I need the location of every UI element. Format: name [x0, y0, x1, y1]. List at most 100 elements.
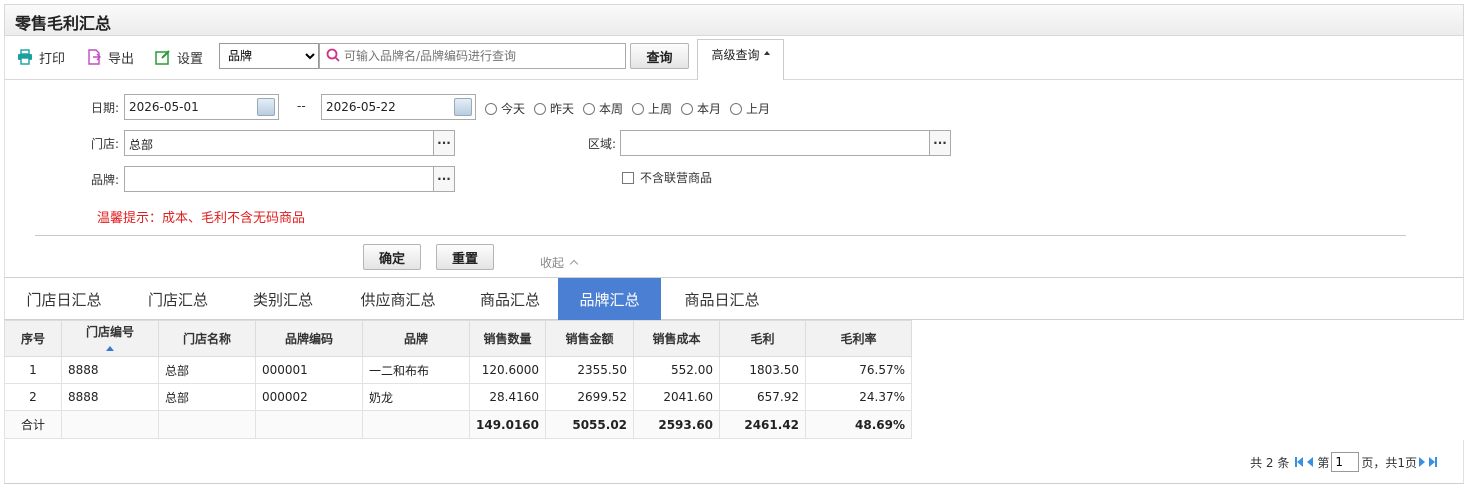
- column-header-store-code[interactable]: 门店编号: [61, 320, 159, 357]
- column-header[interactable]: 销售成本: [633, 320, 721, 357]
- title-bar: 零售毛利汇总: [4, 4, 1464, 36]
- radio-label: 上月: [746, 102, 771, 116]
- divider: [35, 235, 1406, 236]
- table-cell: 48.69%: [805, 410, 913, 439]
- date-from-field[interactable]: 2026-05-01: [124, 94, 279, 120]
- page-suffix: 页，共1页: [1361, 455, 1417, 470]
- tab-category[interactable]: 类别汇总: [233, 278, 333, 320]
- tab-store-daily[interactable]: 门店日汇总: [5, 278, 123, 320]
- prev-page-icon[interactable]: [1307, 457, 1314, 467]
- region-picker-button[interactable]: ···: [929, 130, 951, 156]
- store-field[interactable]: 总部: [124, 130, 434, 156]
- advanced-query-tab[interactable]: 高级查询: [697, 39, 784, 80]
- column-header[interactable]: 品牌编码: [255, 320, 363, 357]
- table-cell: 1: [4, 356, 62, 384]
- export-icon: [86, 49, 102, 65]
- confirm-button[interactable]: 确定: [363, 244, 421, 270]
- table-cell: 2699.52: [545, 383, 635, 411]
- tab-brand[interactable]: 品牌汇总: [558, 278, 661, 320]
- column-header[interactable]: 销售金额: [545, 320, 635, 357]
- calendar-icon[interactable]: [454, 98, 472, 116]
- tab-product-daily[interactable]: 商品日汇总: [661, 278, 783, 320]
- print-button[interactable]: 打印: [17, 47, 65, 67]
- table-cell: [158, 410, 256, 439]
- radio-circle: [534, 102, 546, 115]
- table-cell: 76.57%: [805, 356, 913, 384]
- tab-supplier[interactable]: 供应商汇总: [333, 278, 463, 320]
- table-header-row: 序号 门店编号 门店名称 品牌编码 品牌 销售数量 销售金额 销售成本 毛利 毛…: [4, 320, 913, 357]
- export-label: 导出: [108, 51, 135, 67]
- store-label: 门店:: [91, 137, 120, 151]
- edit-icon: [155, 49, 171, 65]
- reset-button[interactable]: 重置: [436, 244, 494, 270]
- data-table: 序号 门店编号 门店名称 品牌编码 品牌 销售数量 销售金额 销售成本 毛利 毛…: [4, 320, 913, 439]
- settings-button[interactable]: 设置: [155, 47, 203, 67]
- radio-label: 今天: [501, 102, 526, 116]
- collapse-toggle[interactable]: 收起: [540, 254, 579, 271]
- column-header[interactable]: 门店名称: [158, 320, 256, 357]
- radio-label: 昨天: [550, 102, 575, 116]
- radio-this-month[interactable]: 本月: [681, 100, 721, 117]
- table-cell: 120.6000: [468, 356, 547, 384]
- table-cell: [61, 410, 159, 439]
- sort-asc-icon: [106, 346, 114, 351]
- table-row[interactable]: 2 8888 总部 000002 奶龙 28.4160 2699.52 2041…: [4, 383, 913, 411]
- exclude-consignment-checkbox[interactable]: 不含联营商品: [622, 169, 712, 186]
- table-cell: 总部: [158, 383, 256, 411]
- table-row[interactable]: 1 8888 总部 000001 一二和布布 120.6000 2355.50 …: [4, 356, 913, 384]
- next-page-icon[interactable]: [1419, 457, 1425, 467]
- first-page-icon[interactable]: [1295, 457, 1304, 467]
- search-field-select[interactable]: 品牌: [219, 43, 319, 69]
- search-icon: [326, 48, 340, 65]
- radio-today[interactable]: 今天: [485, 100, 525, 117]
- settings-label: 设置: [177, 51, 204, 67]
- printer-icon: [17, 49, 33, 65]
- column-header[interactable]: 序号: [4, 320, 62, 357]
- date-to-field[interactable]: 2026-05-22: [321, 94, 476, 120]
- tab-product[interactable]: 商品汇总: [463, 278, 557, 320]
- last-page-icon[interactable]: [1429, 457, 1437, 467]
- region-label: 区域:: [588, 137, 617, 151]
- date-label: 日期:: [91, 101, 120, 115]
- radio-circle: [632, 102, 644, 115]
- summary-tabs: 门店日汇总 门店汇总 类别汇总 供应商汇总 商品汇总 品牌汇总 商品日汇总: [4, 278, 1464, 320]
- tab-store[interactable]: 门店汇总: [123, 278, 233, 320]
- radio-label: 本周: [599, 102, 624, 116]
- brand-label: 品牌:: [91, 173, 120, 187]
- column-header[interactable]: 品牌: [362, 320, 470, 357]
- cost-tip: 温馨提示：成本、毛利不含无码商品: [97, 211, 306, 226]
- radio-yesterday[interactable]: 昨天: [534, 100, 574, 117]
- column-header[interactable]: 毛利: [719, 320, 807, 357]
- table-cell: 24.37%: [805, 383, 913, 411]
- radio-last-week[interactable]: 上周: [632, 100, 672, 117]
- query-button[interactable]: 查询: [630, 43, 689, 69]
- filter-panel: 日期: 2026-05-01 -- 2026-05-22 今天 昨天 本周 上周…: [4, 80, 1464, 278]
- brand-field[interactable]: [124, 166, 434, 192]
- radio-this-week[interactable]: 本周: [583, 100, 623, 117]
- table-cell: 000002: [255, 383, 363, 411]
- table-cell: 28.4160: [468, 383, 547, 411]
- table-cell: 552.00: [633, 356, 721, 384]
- table-cell: [362, 410, 470, 439]
- pager: 共 2 条 第 页，共1页: [1250, 452, 1439, 472]
- brand-picker-button[interactable]: ···: [433, 166, 455, 192]
- table-cell: 2593.60: [633, 410, 721, 439]
- export-button[interactable]: 导出: [86, 47, 134, 67]
- search-input[interactable]: [344, 45, 625, 67]
- table-cell: 149.0160: [468, 410, 547, 439]
- store-picker-button[interactable]: ···: [433, 130, 455, 156]
- region-field[interactable]: [620, 130, 930, 156]
- table-cell: 2461.42: [719, 410, 807, 439]
- table-cell: 2: [4, 383, 62, 411]
- checkbox-label: 不含联营商品: [640, 171, 713, 185]
- column-header[interactable]: 毛利率: [805, 320, 913, 357]
- collapse-label: 收起: [540, 256, 565, 270]
- column-header[interactable]: 销售数量: [468, 320, 547, 357]
- checkbox-box: [622, 171, 634, 184]
- calendar-icon[interactable]: [257, 98, 275, 116]
- table-cell: 1803.50: [719, 356, 807, 384]
- search-box: [319, 43, 626, 69]
- page-title: 零售毛利汇总: [15, 14, 112, 33]
- page-number-input[interactable]: [1331, 452, 1360, 472]
- radio-last-month[interactable]: 上月: [730, 100, 770, 117]
